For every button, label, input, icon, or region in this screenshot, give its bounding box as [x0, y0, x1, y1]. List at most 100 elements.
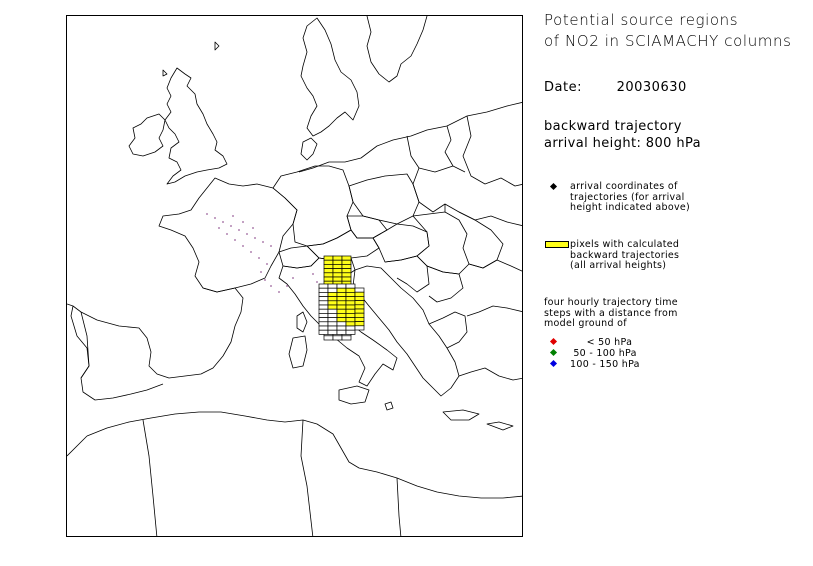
pixel-cell — [354, 312, 365, 318]
trajectory-type: backward trajectory — [544, 119, 682, 134]
pixel-cell — [323, 272, 334, 278]
pixel-cell — [332, 335, 343, 341]
pixel-cell — [336, 321, 347, 327]
pixel-cell — [345, 292, 356, 297]
pixel-cell — [332, 255, 343, 261]
red-diamond-icon — [549, 337, 558, 346]
pixel-cell — [318, 296, 329, 302]
border-romania — [412, 211, 470, 275]
legend-pixels-line-3: (all arrival heights) — [570, 260, 667, 271]
pixel-cell — [336, 287, 347, 293]
pixel-grid — [318, 255, 365, 341]
legend-pixels-line-1: pixels with calculated — [570, 239, 680, 250]
pixel-cell — [341, 255, 352, 261]
pixel-cell — [354, 291, 365, 297]
coastline-denmark — [300, 137, 318, 161]
pixel-cell — [332, 259, 343, 265]
legend-step-3-label: 100 - 150 hPa — [570, 359, 640, 370]
pixel-cell — [318, 283, 329, 289]
pixel-cell — [336, 313, 347, 318]
pixel-cell — [323, 255, 334, 261]
pixel-cell — [345, 313, 356, 318]
pixel-cell — [318, 292, 329, 297]
legend-panel: Potential source regions of NO2 in SCIAM… — [544, 10, 806, 370]
diamond-icon — [549, 182, 558, 191]
pixel-cell — [345, 287, 356, 293]
border-ukraine — [444, 204, 504, 269]
blue-diamond-icon — [549, 359, 558, 368]
coastline-ireland — [128, 113, 166, 157]
pixel-cell — [318, 329, 329, 335]
date-value: 20030630 — [616, 80, 687, 95]
europe-map — [67, 16, 522, 536]
pixel-cell — [318, 308, 329, 314]
border-austria — [306, 229, 380, 261]
pixel-cell — [341, 264, 352, 269]
coastline-balkans — [352, 265, 460, 397]
pixel-cell — [336, 329, 347, 335]
pixel-cell — [354, 287, 365, 293]
pixel-cell — [327, 287, 338, 293]
pixel-cell — [336, 308, 347, 314]
border-poland — [348, 173, 420, 225]
legend-arrival-line-3: height indicated above) — [570, 202, 691, 213]
legend-time-steps: four hourly trajectory time steps with a… — [544, 297, 678, 330]
pixel-cell — [327, 329, 338, 335]
border-morocco — [67, 435, 88, 457]
pixel-cell — [323, 276, 334, 282]
coastline-scandinavia — [300, 17, 360, 137]
pixel-cell — [345, 296, 356, 302]
map-title-line-1: Potential source regions — [544, 11, 739, 29]
pixel-cell — [318, 313, 329, 318]
pixel-cell — [318, 321, 329, 327]
pixel-cell — [354, 304, 365, 310]
pixel-cell — [318, 325, 329, 331]
pixel-cell — [327, 308, 338, 314]
pixel-cell — [323, 335, 334, 341]
pixel-cell — [354, 296, 365, 301]
pixel-cell — [327, 292, 338, 297]
coastline-great-britain — [164, 67, 228, 185]
border-switzerland — [278, 245, 320, 269]
pixel-cell — [318, 317, 329, 323]
coastline-turkey — [458, 305, 522, 381]
pixel-cell — [345, 321, 356, 327]
pixel-cell — [327, 317, 338, 323]
pixel-cell — [332, 264, 343, 269]
pixel-cell — [318, 287, 329, 293]
pixel-cell — [345, 329, 356, 335]
pixel-cell — [354, 325, 365, 331]
green-diamond-icon — [549, 348, 558, 357]
pixel-cell — [336, 317, 347, 323]
pixel-cell — [332, 276, 343, 282]
border-algeria — [142, 419, 158, 536]
pixel-cell — [332, 272, 343, 278]
pixel-cell — [354, 317, 365, 322]
pixel-cell — [336, 325, 347, 331]
pixel-cell — [341, 268, 352, 274]
border-russia — [462, 115, 522, 187]
pixel-cell — [332, 268, 343, 274]
pixel-cell — [323, 259, 334, 265]
date-row: Date: 20030630 — [544, 80, 687, 95]
coastline-sicily — [338, 385, 370, 405]
pixel-cell — [336, 292, 347, 297]
pixel-cell — [336, 300, 347, 306]
legend-pixels: pixels with calculated backward trajecto… — [544, 239, 680, 272]
legend-arrival: arrival coordinates of trajectories (for… — [544, 181, 691, 214]
pixel-cell — [327, 300, 338, 306]
coastline-black-sea — [468, 259, 522, 272]
pixel-cell — [327, 304, 338, 310]
map-title-line-2: of NO2 in SCIAMACHY columns — [544, 32, 792, 50]
pixel-cell — [327, 321, 338, 327]
pixel-cell — [354, 300, 365, 306]
pixel-cell — [345, 308, 356, 314]
pixel-cell — [345, 317, 356, 323]
coastline-iberia — [70, 287, 244, 401]
pixel-cell — [323, 264, 334, 269]
pixel-cell — [341, 276, 352, 282]
coastline-france — [158, 177, 298, 293]
legend-step-1-label: < 50 hPa — [570, 337, 633, 348]
legend-step-3: 100 - 150 hPa — [544, 359, 640, 370]
pixel-cell — [345, 283, 356, 289]
